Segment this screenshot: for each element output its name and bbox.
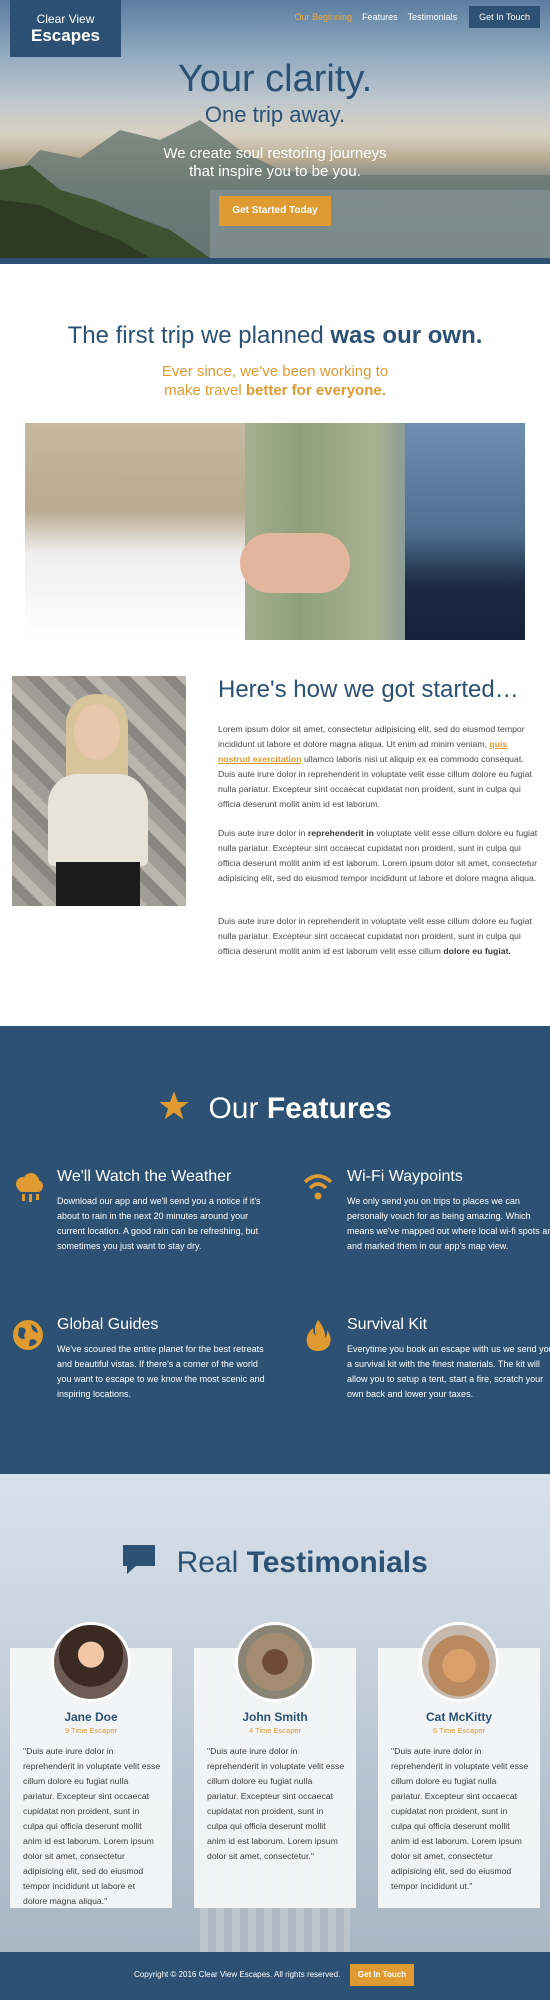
nav-item-testimonials[interactable]: Testimonials xyxy=(408,12,458,22)
beginning-title-bold: was our own. xyxy=(330,322,483,349)
nav-item-our-beginning[interactable]: Our Beginning xyxy=(295,12,353,22)
feature-text: Download our app and we'll send you a no… xyxy=(57,1196,261,1251)
feature-title: We'll Watch the Weather xyxy=(57,1168,232,1185)
globe-icon xyxy=(13,1320,43,1350)
beginning-subtitle-bold: better for everyone. xyxy=(245,382,386,399)
wifi-icon xyxy=(303,1174,333,1200)
footer-get-in-touch-button[interactable]: Get In Touch xyxy=(350,1964,414,1986)
features-section: Our Features We'll Watch the Weather Dow… xyxy=(0,1026,550,1474)
feature-title: Survival Kit xyxy=(347,1316,428,1333)
feature-text: We only send you on trips to places we c… xyxy=(347,1196,550,1251)
feature-text: We've scoured the entire planet for the … xyxy=(57,1344,265,1399)
testimonial-name: Cat McKitty xyxy=(425,1710,492,1724)
feature-weather: We'll Watch the Weather Download our app… xyxy=(16,1168,267,1254)
testimonial-card: Cat McKitty 6 Time Escaper "Duis aute ir… xyxy=(378,1622,540,1908)
nav-get-in-touch-button[interactable]: Get In Touch xyxy=(469,6,540,28)
brand-logo[interactable]: Clear View Escapes xyxy=(10,0,121,57)
hero-tagline: We create soul restoring journeys that i… xyxy=(0,145,550,181)
feature-text: Everytime you book an escape with us we … xyxy=(347,1344,550,1399)
story-paragraph-1: Lorem ipsum dolor sit amet, consectetur … xyxy=(218,724,532,809)
hero-divider xyxy=(0,258,550,264)
beginning-subtitle-line-1: Ever since, we've been working to xyxy=(161,363,389,380)
feature-title: Wi-Fi Waypoints xyxy=(347,1168,463,1185)
testimonial-name: Jane Doe xyxy=(64,1710,118,1724)
story-paragraph-2: Duis aute irure dolor in reprehenderit i… xyxy=(218,828,538,883)
feature-guides: Global Guides We've scoured the entire p… xyxy=(13,1316,267,1402)
testimonial-card: John Smith 4 Time Escaper "Duis aute iru… xyxy=(194,1622,356,1908)
hero-tagline-line-2: that inspire you to be you. xyxy=(189,163,361,180)
testimonials-title: Real Testimonials xyxy=(0,1544,550,1580)
beginning-title-light: The first trip we planned xyxy=(67,322,324,349)
beginning-title: The first trip we planned was our own. xyxy=(0,322,550,350)
testimonial-role: 6 Time Escaper xyxy=(432,1726,486,1735)
feature-wifi: Wi-Fi Waypoints We only send you on trip… xyxy=(303,1168,550,1254)
hero-tagline-line-1: We create soul restoring journeys xyxy=(163,145,387,162)
feature-title: Global Guides xyxy=(57,1316,159,1333)
beginning-subtitle: Ever since, we've been working to make t… xyxy=(0,362,550,400)
brand-line-1: Clear View xyxy=(36,12,95,26)
fire-icon xyxy=(306,1320,331,1351)
hero-title: Your clarity. xyxy=(177,58,373,100)
top-nav: Our Beginning Features Testimonials Get … xyxy=(285,6,540,28)
founder-portrait-photo xyxy=(12,676,186,906)
nav-item-features[interactable]: Features xyxy=(362,12,398,22)
story-paragraph-3: Duis aute irure dolor in reprehenderit i… xyxy=(218,916,532,956)
hero-subtitle: One trip away. xyxy=(204,102,346,127)
testimonial-role: 4 Time Escaper xyxy=(248,1726,302,1735)
avatar xyxy=(419,1622,499,1702)
copyright-text: Copyright © 2016 Clear View Escapes. All… xyxy=(134,1970,341,1979)
cloud-rain-icon xyxy=(16,1173,43,1202)
footer: Copyright © 2016 Clear View Escapes. All… xyxy=(0,1952,550,2000)
testimonial-role: 9 Time Escaper xyxy=(64,1726,118,1735)
feature-survival-kit: Survival Kit Everytime you book an escap… xyxy=(306,1316,550,1402)
testimonials-section: Real Testimonials Jane Doe 9 Time Escape… xyxy=(0,1474,550,1952)
features-title: Our Features xyxy=(0,1090,550,1126)
speech-bubble-icon xyxy=(123,1545,156,1574)
beginning-subtitle-light: make travel xyxy=(164,382,242,399)
testimonial-quote: "Duis aute irure dolor in reprehenderit … xyxy=(23,1746,161,1906)
avatar xyxy=(235,1622,315,1702)
avatar xyxy=(51,1622,131,1702)
testimonial-card: Jane Doe 9 Time Escaper "Duis aute irure… xyxy=(10,1622,172,1908)
testimonial-quote: "Duis aute irure dolor in reprehenderit … xyxy=(207,1746,345,1861)
get-started-button[interactable]: Get Started Today xyxy=(219,196,331,226)
testimonial-name: John Smith xyxy=(242,1710,308,1724)
testimonial-quote: "Duis aute irure dolor in reprehenderit … xyxy=(391,1746,529,1891)
holding-hands-photo xyxy=(25,423,525,640)
brand-line-2: Escapes xyxy=(31,26,100,45)
star-icon xyxy=(159,1091,189,1120)
story-title: Here's how we got started… xyxy=(218,676,519,703)
